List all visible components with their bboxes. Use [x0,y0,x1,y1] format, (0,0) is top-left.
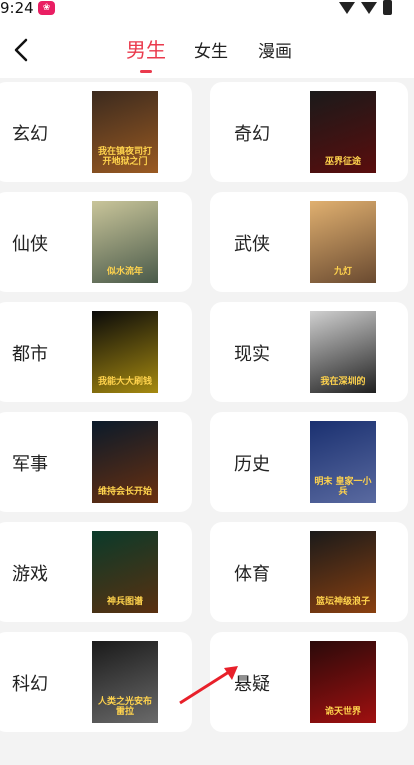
category-label: 都市 [12,344,48,365]
category-label: 现实 [234,344,270,365]
category-label: 游戏 [12,564,48,585]
book-cover: 篮坛神级浪子 [310,531,376,613]
book-cover-title: 神兵图谱 [106,597,143,607]
book-cover: 我能大大刷钱 [92,311,158,393]
tab-male[interactable]: 男生 [126,34,166,63]
header: 男生 女生 漫画 [0,22,414,78]
category-label: 历史 [234,454,270,475]
category-label: 玄幻 [12,124,48,145]
book-cover-title: 我在深圳的 [320,377,366,387]
category-card[interactable]: 科幻人类之光安布雷拉 [0,632,192,732]
book-cover-title: 似水流年 [106,267,143,277]
book-cover: 似水流年 [92,201,158,283]
category-label: 体育 [234,564,270,585]
active-tab-indicator [140,70,152,73]
book-cover-title: 人类之光安布雷拉 [97,697,152,717]
book-cover-title: 维持会长开始 [97,487,152,497]
book-cover-title: 诡天世界 [324,707,361,717]
category-card[interactable]: 游戏神兵图谱 [0,522,192,622]
book-cover: 巫界征途 [310,91,376,173]
signal-icon [361,1,377,14]
book-cover: 神兵图谱 [92,531,158,613]
book-cover-title: 巫界征途 [324,157,361,167]
book-cover: 人类之光安布雷拉 [92,641,158,723]
book-cover-title: 九灯 [333,267,352,277]
battery-icon [383,0,392,15]
category-label: 奇幻 [234,124,270,145]
book-cover: 诡天世界 [310,641,376,723]
category-card[interactable]: 仙侠似水流年 [0,192,192,292]
book-cover: 明末 皇家一小兵 [310,421,376,503]
book-cover: 维持会长开始 [92,421,158,503]
category-label: 仙侠 [12,234,48,255]
annotation-arrow-icon [179,666,238,705]
category-card[interactable]: 武侠九灯 [210,192,408,292]
tab-female[interactable]: 女生 [194,37,228,62]
book-cover: 九灯 [310,201,376,283]
app-notification-icon: ❀ [38,1,55,15]
category-card[interactable]: 军事维持会长开始 [0,412,192,512]
category-card[interactable]: 历史明末 皇家一小兵 [210,412,408,512]
wifi-icon [339,1,355,14]
category-card[interactable]: 玄幻我在镇夜司打开地狱之门 [0,82,192,182]
category-label: 科幻 [12,674,48,695]
book-cover-title: 我在镇夜司打开地狱之门 [97,147,152,167]
book-cover-title: 我能大大刷钱 [97,377,152,387]
book-cover-title: 明末 皇家一小兵 [314,477,372,497]
tab-bar: 男生 女生 漫画 [0,22,414,78]
status-time: 9:24 [0,0,34,17]
tab-comics[interactable]: 漫画 [258,37,292,62]
book-cover: 我在镇夜司打开地狱之门 [92,91,158,173]
status-bar: 9:24 ❀ [0,0,414,22]
category-label: 军事 [12,454,48,475]
category-card[interactable]: 都市我能大大刷钱 [0,302,192,402]
category-label: 武侠 [234,234,270,255]
system-icons [339,0,392,15]
book-cover-title: 篮坛神级浪子 [315,597,370,607]
category-card[interactable]: 体育篮坛神级浪子 [210,522,408,622]
category-card[interactable]: 奇幻巫界征途 [210,82,408,182]
book-cover: 我在深圳的 [310,311,376,393]
category-card[interactable]: 现实我在深圳的 [210,302,408,402]
